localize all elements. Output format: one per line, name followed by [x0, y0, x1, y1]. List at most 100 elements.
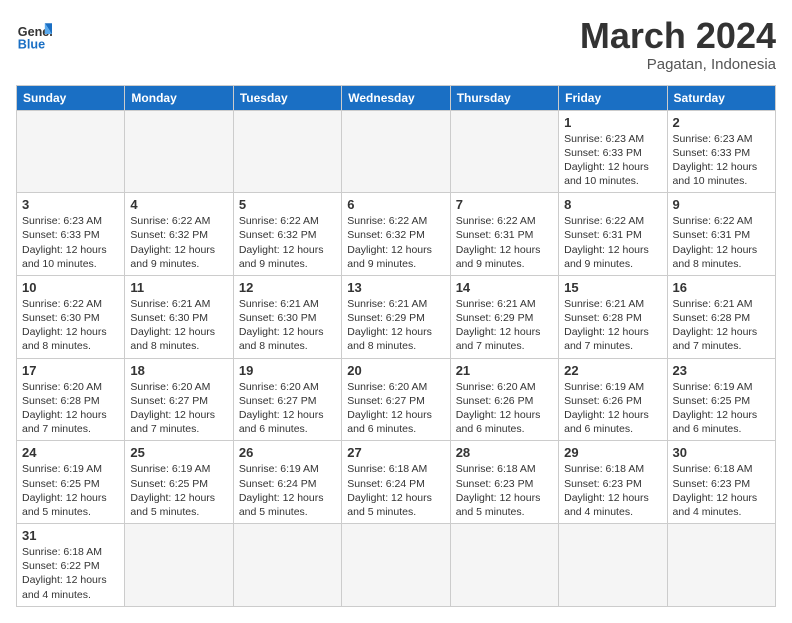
day-number: 4 [130, 197, 227, 212]
calendar-cell: 31Sunrise: 6:18 AM Sunset: 6:22 PM Dayli… [17, 524, 125, 607]
calendar-cell: 15 Sunrise: 6:21 AM Sunset: 6:28 PM Dayli… [559, 275, 667, 358]
calendar-week-row: 10 Sunrise: 6:22 AM Sunset: 6:30 PM Dayli… [17, 275, 776, 358]
calendar-cell [125, 110, 233, 193]
day-info: Sunrise: 6:22 AM Sunset: 6:31 PM Dayligh… [673, 214, 770, 271]
calendar-cell: 17 Sunrise: 6:20 AM Sunset: 6:28 PM Dayli… [17, 358, 125, 441]
day-number: 19 [239, 363, 336, 378]
day-number: 21 [456, 363, 553, 378]
calendar-week-row: 3 Sunrise: 6:23 AM Sunset: 6:33 PM Daylig… [17, 193, 776, 276]
day-number: 26 [239, 445, 336, 460]
day-info: Sunrise: 6:21 AM Sunset: 6:30 PM Dayligh… [239, 297, 336, 354]
logo: General Blue [16, 16, 52, 52]
weekday-header-friday: Friday [559, 85, 667, 110]
day-number: 11 [130, 280, 227, 295]
day-info: Sunrise: 6:21 AM Sunset: 6:30 PM Dayligh… [130, 297, 227, 354]
day-info: Sunrise: 6:18 AM Sunset: 6:23 PM Dayligh… [673, 462, 770, 519]
day-info: Sunrise: 6:19 AM Sunset: 6:25 PM Dayligh… [673, 380, 770, 437]
calendar-cell: 20 Sunrise: 6:20 AM Sunset: 6:27 PM Dayli… [342, 358, 450, 441]
day-number: 16 [673, 280, 770, 295]
calendar-cell: 6 Sunrise: 6:22 AM Sunset: 6:32 PM Daylig… [342, 193, 450, 276]
calendar-week-row: 24Sunrise: 6:19 AM Sunset: 6:25 PM Dayli… [17, 441, 776, 524]
day-info: Sunrise: 6:22 AM Sunset: 6:30 PM Dayligh… [22, 297, 119, 354]
calendar-cell: 29Sunrise: 6:18 AM Sunset: 6:23 PM Dayli… [559, 441, 667, 524]
calendar-cell: 16Sunrise: 6:21 AM Sunset: 6:28 PM Dayli… [667, 275, 775, 358]
calendar-cell [125, 524, 233, 607]
calendar-cell [342, 524, 450, 607]
calendar-cell: 3 Sunrise: 6:23 AM Sunset: 6:33 PM Daylig… [17, 193, 125, 276]
day-info: Sunrise: 6:19 AM Sunset: 6:24 PM Dayligh… [239, 462, 336, 519]
day-number: 6 [347, 197, 444, 212]
calendar-cell [233, 524, 341, 607]
title-section: March 2024 Pagatan, Indonesia [580, 16, 776, 73]
calendar-cell: 19 Sunrise: 6:20 AM Sunset: 6:27 PM Dayli… [233, 358, 341, 441]
day-number: 2 [673, 115, 770, 130]
day-info: Sunrise: 6:20 AM Sunset: 6:28 PM Dayligh… [22, 380, 119, 437]
day-number: 17 [22, 363, 119, 378]
calendar-cell: 5 Sunrise: 6:22 AM Sunset: 6:32 PM Daylig… [233, 193, 341, 276]
calendar-week-row: 17 Sunrise: 6:20 AM Sunset: 6:28 PM Dayli… [17, 358, 776, 441]
weekday-header-saturday: Saturday [667, 85, 775, 110]
calendar-cell: 26 Sunrise: 6:19 AM Sunset: 6:24 PM Dayli… [233, 441, 341, 524]
weekday-header-monday: Monday [125, 85, 233, 110]
calendar-cell: 8Sunrise: 6:22 AM Sunset: 6:31 PM Daylig… [559, 193, 667, 276]
weekday-header-sunday: Sunday [17, 85, 125, 110]
calendar-cell: 12Sunrise: 6:21 AM Sunset: 6:30 PM Dayli… [233, 275, 341, 358]
day-number: 15 [564, 280, 661, 295]
day-number: 9 [673, 197, 770, 212]
calendar-cell [233, 110, 341, 193]
svg-text:Blue: Blue [18, 37, 45, 51]
day-info: Sunrise: 6:20 AM Sunset: 6:26 PM Dayligh… [456, 380, 553, 437]
calendar-cell: 13 Sunrise: 6:21 AM Sunset: 6:29 PM Dayli… [342, 275, 450, 358]
day-number: 3 [22, 197, 119, 212]
calendar-cell [17, 110, 125, 193]
calendar-cell: 24Sunrise: 6:19 AM Sunset: 6:25 PM Dayli… [17, 441, 125, 524]
day-info: Sunrise: 6:19 AM Sunset: 6:25 PM Dayligh… [22, 462, 119, 519]
header: General Blue March 2024 Pagatan, Indones… [16, 16, 776, 73]
calendar-cell: 10 Sunrise: 6:22 AM Sunset: 6:30 PM Dayli… [17, 275, 125, 358]
day-info: Sunrise: 6:22 AM Sunset: 6:32 PM Dayligh… [130, 214, 227, 271]
day-number: 20 [347, 363, 444, 378]
day-info: Sunrise: 6:23 AM Sunset: 6:33 PM Dayligh… [564, 132, 661, 189]
day-info: Sunrise: 6:20 AM Sunset: 6:27 PM Dayligh… [239, 380, 336, 437]
day-info: Sunrise: 6:22 AM Sunset: 6:32 PM Dayligh… [347, 214, 444, 271]
day-info: Sunrise: 6:19 AM Sunset: 6:25 PM Dayligh… [130, 462, 227, 519]
calendar-cell: 2Sunrise: 6:23 AM Sunset: 6:33 PM Daylig… [667, 110, 775, 193]
calendar-cell [667, 524, 775, 607]
day-info: Sunrise: 6:18 AM Sunset: 6:22 PM Dayligh… [22, 545, 119, 602]
day-number: 7 [456, 197, 553, 212]
day-number: 18 [130, 363, 227, 378]
calendar-cell: 7 Sunrise: 6:22 AM Sunset: 6:31 PM Daylig… [450, 193, 558, 276]
day-info: Sunrise: 6:23 AM Sunset: 6:33 PM Dayligh… [22, 214, 119, 271]
calendar-table: SundayMondayTuesdayWednesdayThursdayFrid… [16, 85, 776, 607]
day-number: 8 [564, 197, 661, 212]
calendar-cell: 23Sunrise: 6:19 AM Sunset: 6:25 PM Dayli… [667, 358, 775, 441]
day-number: 28 [456, 445, 553, 460]
calendar-cell: 18Sunrise: 6:20 AM Sunset: 6:27 PM Dayli… [125, 358, 233, 441]
day-info: Sunrise: 6:22 AM Sunset: 6:31 PM Dayligh… [456, 214, 553, 271]
weekday-header-row: SundayMondayTuesdayWednesdayThursdayFrid… [17, 85, 776, 110]
calendar-cell [450, 524, 558, 607]
location-subtitle: Pagatan, Indonesia [580, 56, 776, 73]
day-number: 10 [22, 280, 119, 295]
day-info: Sunrise: 6:21 AM Sunset: 6:29 PM Dayligh… [347, 297, 444, 354]
day-info: Sunrise: 6:20 AM Sunset: 6:27 PM Dayligh… [347, 380, 444, 437]
day-info: Sunrise: 6:21 AM Sunset: 6:28 PM Dayligh… [564, 297, 661, 354]
day-info: Sunrise: 6:22 AM Sunset: 6:32 PM Dayligh… [239, 214, 336, 271]
calendar-cell [450, 110, 558, 193]
month-title: March 2024 [580, 16, 776, 56]
day-number: 1 [564, 115, 661, 130]
day-number: 30 [673, 445, 770, 460]
day-info: Sunrise: 6:18 AM Sunset: 6:23 PM Dayligh… [564, 462, 661, 519]
weekday-header-wednesday: Wednesday [342, 85, 450, 110]
day-number: 5 [239, 197, 336, 212]
calendar-week-row: 31Sunrise: 6:18 AM Sunset: 6:22 PM Dayli… [17, 524, 776, 607]
calendar-cell: 11 Sunrise: 6:21 AM Sunset: 6:30 PM Dayli… [125, 275, 233, 358]
calendar-cell: 28 Sunrise: 6:18 AM Sunset: 6:23 PM Dayli… [450, 441, 558, 524]
calendar-cell: 22Sunrise: 6:19 AM Sunset: 6:26 PM Dayli… [559, 358, 667, 441]
calendar-week-row: 1 Sunrise: 6:23 AM Sunset: 6:33 PM Daylig… [17, 110, 776, 193]
day-info: Sunrise: 6:18 AM Sunset: 6:24 PM Dayligh… [347, 462, 444, 519]
day-info: Sunrise: 6:18 AM Sunset: 6:23 PM Dayligh… [456, 462, 553, 519]
day-number: 27 [347, 445, 444, 460]
day-number: 13 [347, 280, 444, 295]
weekday-header-tuesday: Tuesday [233, 85, 341, 110]
